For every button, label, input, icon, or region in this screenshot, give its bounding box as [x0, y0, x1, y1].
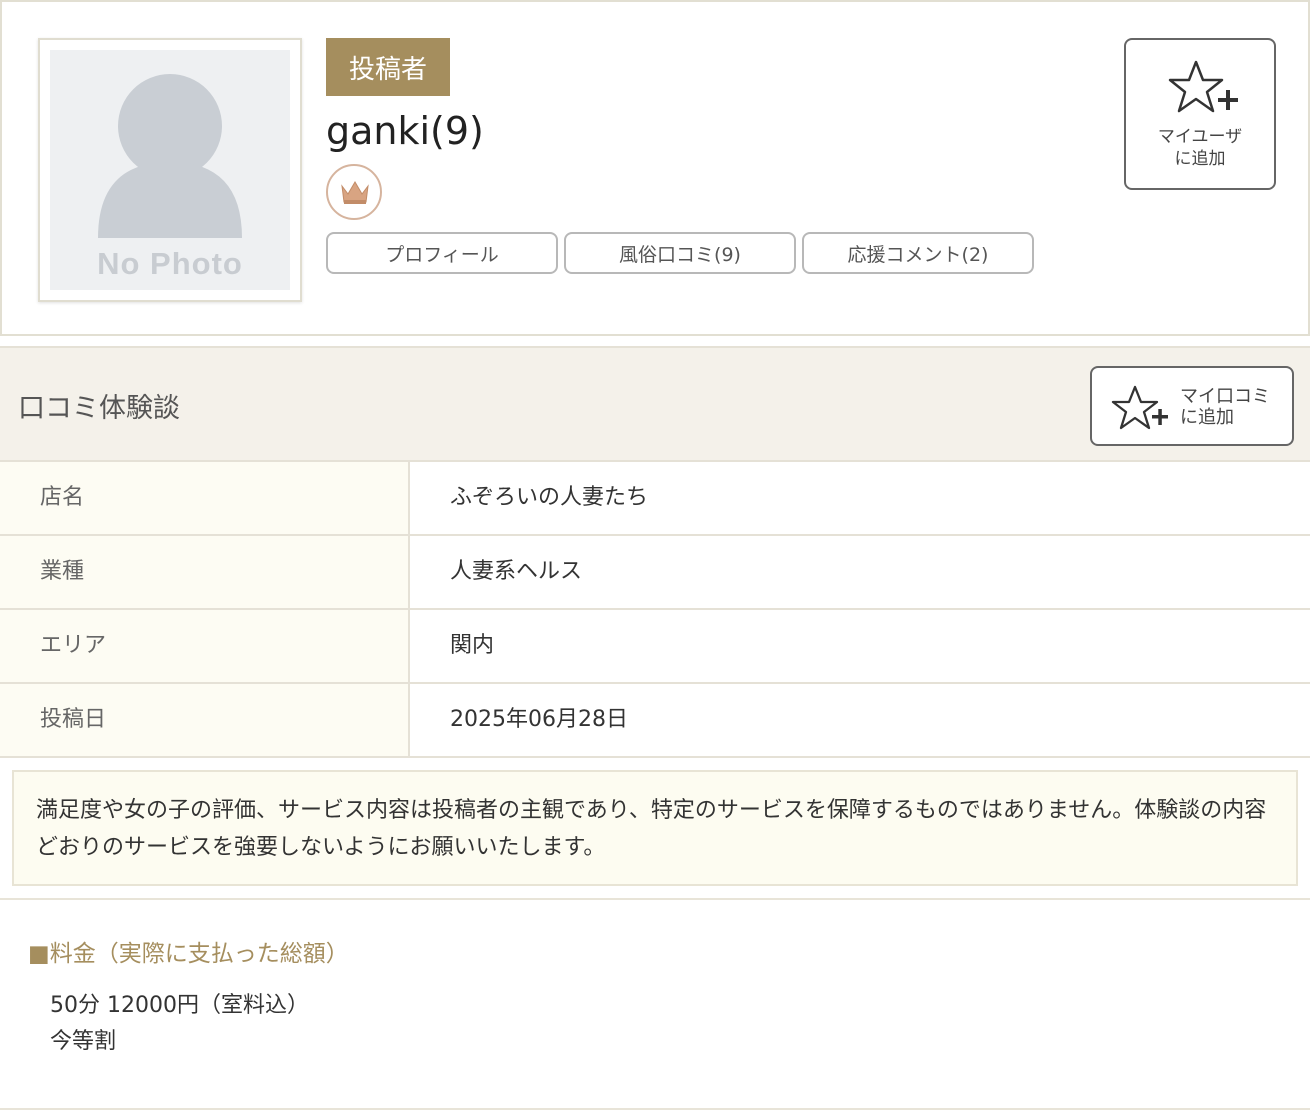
price-line: 50分 12000円（室料込）: [50, 993, 309, 1018]
crown-icon: [326, 164, 382, 220]
table-row: エリア 関内: [0, 610, 1310, 684]
row-value-area: 関内: [450, 633, 495, 658]
tab-profile[interactable]: プロフィール: [326, 232, 558, 274]
role-badge: 投稿者: [326, 38, 450, 96]
divider: [0, 898, 1310, 900]
add-my-user-label: マイユーザ に追加: [1157, 127, 1243, 169]
row-label: エリア: [0, 610, 410, 682]
profile-card: No Photo 投稿者 ganki(9) プロフィール 風俗口コミ(9) 応援…: [0, 0, 1310, 336]
review-section-header: 口コミ体験談 マイ口コミ に追加: [0, 346, 1310, 462]
add-my-review-label: マイ口コミ に追加: [1180, 386, 1270, 428]
row-value-category: 人妻系ヘルス: [450, 559, 583, 584]
price-details: 50分 12000円（室料込） 今等割: [50, 988, 309, 1060]
price-heading: ■料金（実際に支払った総額）: [28, 941, 349, 967]
review-info-table: 店名 ふぞろいの人妻たち 業種 人妻系ヘルス エリア 関内 投稿日 2025年0…: [0, 462, 1310, 758]
no-photo-text: No Photo: [97, 246, 243, 281]
tab-support-comments[interactable]: 応援コメント(2): [802, 232, 1034, 274]
star-plus-icon: [1111, 385, 1168, 430]
row-label: 業種: [0, 536, 410, 608]
row-value-post-date: 2025年06月28日: [450, 707, 628, 732]
price-line: 今等割: [50, 1029, 117, 1054]
row-value-shop-name[interactable]: ふぞろいの人妻たち: [450, 462, 648, 534]
row-label: 店名: [0, 462, 410, 534]
table-row: 投稿日 2025年06月28日: [0, 684, 1310, 758]
add-my-review-button[interactable]: マイ口コミ に追加: [1090, 366, 1294, 446]
divider: [0, 1108, 1310, 1110]
table-row: 店名 ふぞろいの人妻たち: [0, 462, 1310, 536]
table-row: 業種 人妻系ヘルス: [0, 536, 1310, 610]
row-label: 投稿日: [0, 684, 410, 756]
add-my-user-button[interactable]: マイユーザ に追加: [1124, 38, 1276, 190]
avatar: No Photo: [38, 38, 302, 302]
star-plus-icon: [1168, 60, 1238, 113]
tab-reviews[interactable]: 風俗口コミ(9): [564, 232, 796, 274]
section-title: 口コミ体験談: [18, 393, 180, 424]
disclaimer-notice: 満足度や女の子の評価、サービス内容は投稿者の主観であり、特定のサービスを保障する…: [12, 770, 1298, 886]
no-photo-placeholder: No Photo: [50, 50, 290, 290]
username: ganki(9): [326, 109, 484, 153]
